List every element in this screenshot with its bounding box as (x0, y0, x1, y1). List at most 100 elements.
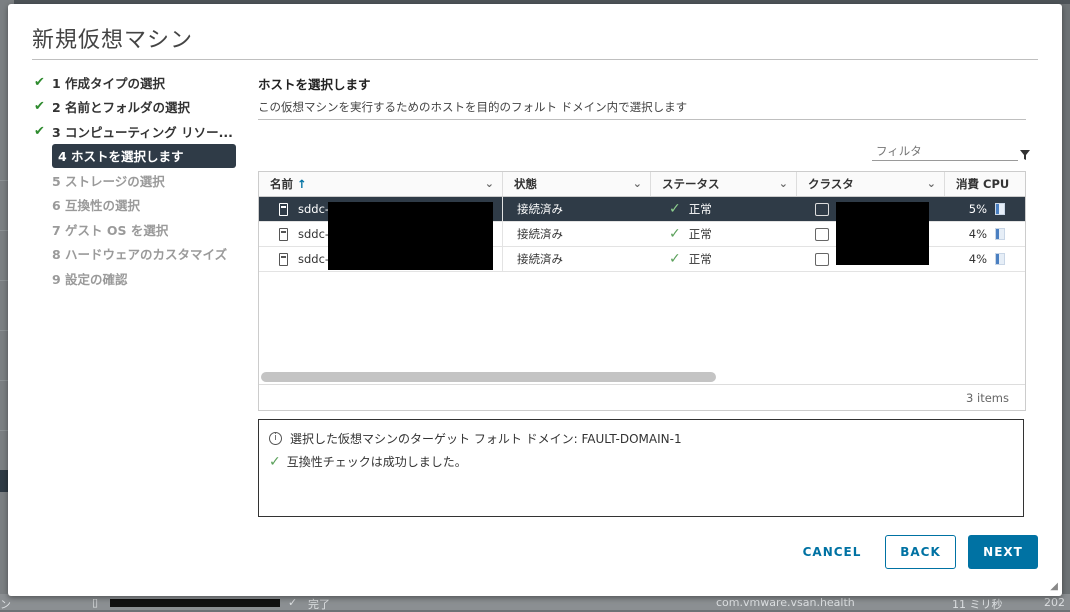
wizard-steps: ✔ 1 作成タイプの選択 ✔ 2 名前とフォルダの選択 ✔ 3 コンピューティン… (34, 70, 240, 291)
bg-cluster-icon: ▯ (92, 596, 99, 609)
cpu-cell: 4% (968, 227, 987, 241)
host-icon (279, 252, 288, 266)
validation-messages: i 選択した仮想マシンのターゲット フォルト ドメイン: FAULT-DOMAI… (258, 419, 1024, 517)
title-divider (32, 59, 1038, 60)
grid-footer: 3 items (259, 384, 1025, 409)
info-message: i 選択した仮想マシンのターゲット フォルト ドメイン: FAULT-DOMAI… (269, 430, 682, 447)
dialog-title: 新規仮想マシン (32, 28, 194, 53)
horizontal-scrollbar[interactable] (261, 372, 1021, 382)
cancel-button[interactable]: CANCEL (796, 535, 868, 569)
bg-check-icon: ✓ (288, 596, 298, 609)
chevron-down-icon[interactable]: ⌄ (633, 177, 642, 190)
step-7: 7 ゲスト OS を選択 (34, 217, 240, 242)
step-1[interactable]: ✔ 1 作成タイプの選択 (34, 70, 240, 95)
item-count: 3 items (966, 391, 1009, 405)
state-cell: 接続済み (517, 202, 563, 216)
content-divider (258, 119, 1026, 120)
bg-task-name: com.vmware.vsan.health (716, 596, 855, 609)
check-icon: ✓ (669, 251, 681, 267)
column-label: 状態 (514, 177, 537, 191)
resize-handle-icon[interactable]: ◢ (1050, 581, 1058, 592)
column-label: 名前 (270, 177, 293, 191)
background-task-bar: ン ▯ ✓ 完了 com.vmware.vsan.health 11 ミリ秒 2… (0, 594, 1070, 611)
column-header-state[interactable]: 状態 ⌄ (503, 172, 651, 196)
step-label: 5 ストレージの選択 (52, 173, 165, 189)
step-4[interactable]: 4 ホストを選択します (52, 143, 236, 168)
check-icon: ✔ (34, 74, 45, 90)
check-icon: ✓ (669, 201, 681, 217)
cluster-icon (815, 202, 829, 216)
scrollbar-thumb[interactable] (261, 372, 716, 382)
step-label: 9 設定の確認 (52, 271, 128, 287)
success-text: 互換性チェックは成功しました。 (286, 455, 467, 469)
column-header-status[interactable]: ステータス ⌄ (651, 172, 797, 196)
host-name: sddc- (298, 252, 330, 266)
cluster-icon (815, 227, 829, 241)
redacted-block (328, 202, 493, 270)
step-label: 3 コンピューティング リソー... (52, 124, 233, 140)
column-header-name[interactable]: 名前 ↑ ⌄ (259, 172, 503, 196)
cluster-cell (815, 247, 829, 271)
success-message: ✓ 互換性チェックは成功しました。 (269, 453, 467, 470)
cpu-usage-bar (995, 203, 1005, 215)
step-3[interactable]: ✔ 3 コンピューティング リソー... (34, 119, 240, 144)
host-icon (279, 202, 288, 216)
status-cell: ✓ 正常 (669, 197, 712, 221)
cluster-cell (815, 222, 829, 246)
status-cell: ✓ 正常 (669, 247, 712, 271)
host-name: sddc- (298, 227, 330, 241)
cluster-icon (815, 252, 829, 266)
cpu-cell: 4% (968, 252, 987, 266)
filter-field[interactable] (872, 140, 1020, 161)
info-icon: i (269, 432, 282, 445)
step-label: 4 ホストを選択します (58, 149, 184, 165)
step-content: ホストを選択します この仮想マシンを実行するためのホストを目的のフォルト ドメイ… (258, 74, 1030, 517)
status-text: 正常 (688, 202, 712, 216)
state-cell: 接続済み (517, 252, 563, 266)
grid-header: 名前 ↑ ⌄ 状態 ⌄ ステータス ⌄ クラスタ ⌄ 消費 CPU (259, 172, 1025, 197)
redacted-block (110, 599, 280, 607)
chevron-down-icon[interactable]: ⌄ (927, 177, 936, 190)
step-label: 8 ハードウェアのカスタマイズ (52, 247, 228, 263)
step-label: 6 互換性の選択 (52, 198, 141, 214)
step-8: 8 ハードウェアのカスタマイズ (34, 242, 240, 267)
info-text: 選択した仮想マシンのターゲット フォルト ドメイン: FAULT-DOMAIN-… (290, 432, 682, 446)
next-button[interactable]: NEXT (968, 535, 1038, 569)
cluster-cell (815, 197, 829, 221)
check-icon: ✓ (269, 453, 281, 470)
column-header-cpu[interactable]: 消費 CPU (945, 172, 1025, 196)
status-text: 正常 (688, 227, 712, 241)
column-label: ステータス (662, 177, 720, 191)
step-6: 6 互換性の選択 (34, 193, 240, 218)
check-icon: ✓ (669, 226, 681, 242)
step-label: 1 作成タイプの選択 (52, 75, 166, 91)
host-grid: 名前 ↑ ⌄ 状態 ⌄ ステータス ⌄ クラスタ ⌄ 消費 CPU sddc- … (258, 171, 1026, 411)
chevron-down-icon[interactable]: ⌄ (779, 177, 788, 190)
column-header-cluster[interactable]: クラスタ ⌄ (797, 172, 945, 196)
content-subtitle: この仮想マシンを実行するためのホストを目的のフォルト ドメイン内で選択します (258, 100, 688, 114)
step-label: 2 名前とフォルダの選択 (52, 100, 191, 116)
cpu-cell: 5% (968, 202, 987, 216)
redacted-block (836, 202, 929, 265)
sort-ascending-icon[interactable]: ↑ (297, 177, 307, 191)
step-label: 7 ゲスト OS を選択 (52, 222, 169, 238)
back-button[interactable]: BACK (885, 535, 956, 569)
host-name: sddc- (298, 202, 330, 216)
new-vm-dialog: 新規仮想マシン ✔ 1 作成タイプの選択 ✔ 2 名前とフォルダの選択 ✔ 3 … (8, 4, 1062, 596)
chevron-down-icon[interactable]: ⌄ (485, 177, 494, 190)
check-icon: ✔ (34, 123, 45, 139)
check-icon: ✔ (34, 99, 45, 115)
state-cell: 接続済み (517, 227, 563, 241)
step-5: 5 ストレージの選択 (34, 168, 240, 193)
bg-task-date: 202 (1044, 596, 1065, 609)
host-icon (279, 227, 288, 241)
cpu-usage-bar (995, 253, 1005, 265)
filter-input[interactable] (872, 142, 1020, 160)
content-title: ホストを選択します (258, 77, 371, 92)
status-cell: ✓ 正常 (669, 222, 712, 246)
filter-icon[interactable] (1020, 150, 1030, 160)
step-9: 9 設定の確認 (34, 266, 240, 291)
cpu-usage-bar (995, 228, 1005, 240)
status-text: 正常 (688, 252, 712, 266)
step-2[interactable]: ✔ 2 名前とフォルダの選択 (34, 95, 240, 120)
